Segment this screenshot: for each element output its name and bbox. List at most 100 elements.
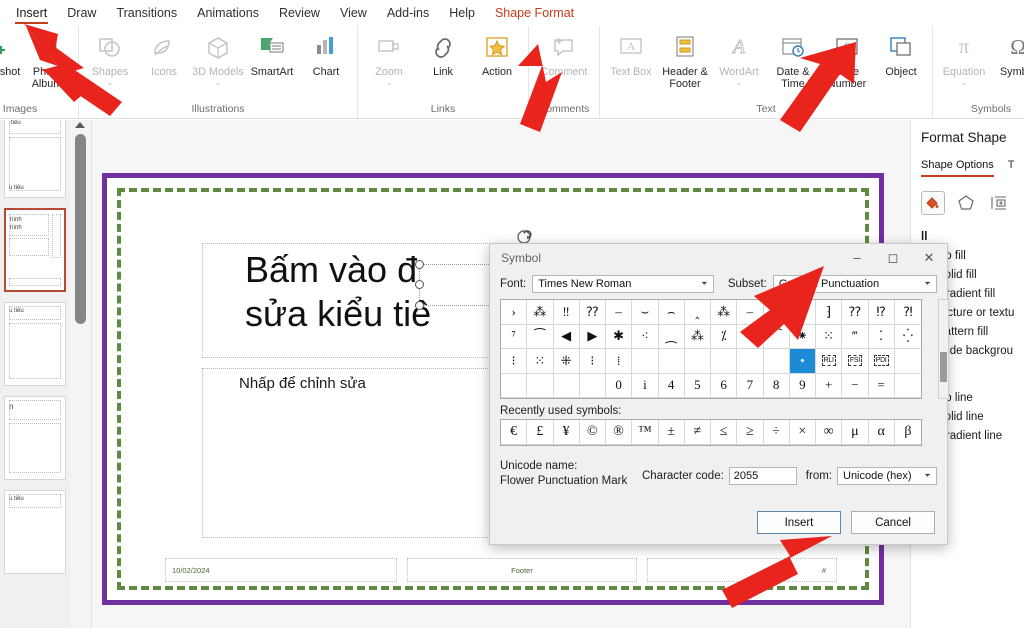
symbol-cell[interactable]: ⁇ xyxy=(842,300,869,325)
symbol-cell[interactable]: RLI xyxy=(816,349,843,374)
symbol-cell[interactable]: ◀ xyxy=(553,324,580,349)
scroll-up-arrow-icon[interactable] xyxy=(75,122,85,128)
symbol-dialog[interactable]: Symbol – ◻ ✕ Font: Times New Roman ⏷ Sub… xyxy=(489,243,949,545)
symbol-cell[interactable]: – xyxy=(737,300,764,325)
symbol-cell[interactable]: ▶ xyxy=(579,324,606,349)
recent-symbol-cell[interactable]: ≤ xyxy=(711,420,738,445)
symbol-cell[interactable]: ⁆ xyxy=(816,300,843,325)
resize-handle-middle-left[interactable] xyxy=(415,280,424,289)
recent-symbol-cell[interactable]: β xyxy=(894,420,921,445)
symbol-cell[interactable]: ⁚ xyxy=(868,324,895,349)
ribbon-button-slide-number[interactable]: # Slide Number xyxy=(820,29,874,90)
symbol-cell[interactable]: 5 xyxy=(684,373,711,398)
symbol-cell[interactable]: i xyxy=(632,373,659,398)
subset-combo[interactable]: General Punctuation ⏷ xyxy=(772,275,937,293)
symbol-cell[interactable]: − xyxy=(842,373,869,398)
tab-help[interactable]: Help xyxy=(439,2,485,25)
thumbnail-slide-1[interactable]: tiêu u tiêu xyxy=(4,120,66,198)
recent-symbol-cell[interactable]: α xyxy=(868,420,895,445)
ribbon-button-chart[interactable]: Chart xyxy=(299,29,353,78)
recent-symbol-cell[interactable]: μ xyxy=(842,420,869,445)
ribbon-button-wordart[interactable]: A WordArt ⌄ xyxy=(712,29,766,87)
ribbon-button-photo-album[interactable]: Photo Album xyxy=(20,29,74,90)
thumbnail-slide-2[interactable]: hình hình xyxy=(4,208,66,292)
symbol-cell[interactable]: ⁙ xyxy=(527,349,554,374)
symbol-cell[interactable]: ⁞ xyxy=(606,349,633,374)
recent-symbol-cell[interactable]: © xyxy=(579,420,606,445)
minimize-icon[interactable]: – xyxy=(839,245,875,271)
size-properties-icon[interactable] xyxy=(987,191,1011,215)
recent-symbol-cell[interactable]: ¥ xyxy=(553,420,580,445)
footer-placeholder[interactable]: Footer xyxy=(407,558,637,582)
thumbnail-slide-4[interactable]: n xyxy=(4,396,66,480)
symbol-cell[interactable]: 0 xyxy=(606,373,633,398)
symbol-cell[interactable]: › xyxy=(501,300,528,325)
symbol-cell[interactable]: 9 xyxy=(789,373,816,398)
recent-symbol-cell[interactable]: ® xyxy=(606,420,633,445)
ribbon-button-screenshot[interactable]: Screenshot ⌄ xyxy=(0,29,20,87)
symbol-cell[interactable] xyxy=(711,349,738,374)
ribbon-button-symbol[interactable]: Ω Symbol xyxy=(991,29,1024,78)
symbol-cell[interactable]: ⁄ xyxy=(763,300,790,325)
ribbon-button-action[interactable]: Action xyxy=(470,29,524,78)
maximize-icon[interactable]: ◻ xyxy=(875,245,911,271)
tab-insert[interactable]: Insert xyxy=(6,2,57,25)
symbol-cell[interactable]: PDI xyxy=(868,349,895,374)
date-placeholder[interactable]: 10/02/2024 xyxy=(165,558,397,582)
symbol-cell[interactable]: ⁜ xyxy=(553,349,580,374)
symbol-cell[interactable]: ⁀ xyxy=(763,324,790,349)
ribbon-button-smartart[interactable]: SmartArt xyxy=(245,29,299,78)
ribbon-button-object[interactable]: Object xyxy=(874,29,928,78)
slide-thumbnail-pane[interactable]: tiêu u tiêu hình hình u tiêu n u tiêu xyxy=(0,120,70,628)
font-combo[interactable]: Times New Roman ⏷ xyxy=(532,275,714,293)
recent-symbol-cell[interactable]: ≥ xyxy=(737,420,764,445)
ribbon-button-text-box[interactable]: A Text Box xyxy=(604,29,658,78)
resize-handle-bottom-left[interactable] xyxy=(415,301,424,310)
effects-pentagon-icon[interactable] xyxy=(954,191,978,215)
scrollbar-thumb[interactable] xyxy=(75,134,86,324)
fill-line-icon[interactable] xyxy=(921,191,945,215)
symbol-cell[interactable]: ⁷ xyxy=(501,324,528,349)
symbol-cell[interactable]: ‼ xyxy=(553,300,580,325)
ribbon-button-shapes[interactable]: Shapes ⌄ xyxy=(83,29,137,87)
symbol-cell[interactable]: ⁝ xyxy=(579,349,606,374)
symbol-cell[interactable]: ‸ xyxy=(684,300,711,325)
symbol-cell[interactable]: ∼ xyxy=(737,324,764,349)
symbol-cell[interactable]: ⁒ xyxy=(711,324,738,349)
symbol-cell[interactable]: ⁇ xyxy=(579,300,606,325)
ribbon-button-link[interactable]: Link xyxy=(416,29,470,78)
tab-transitions[interactable]: Transitions xyxy=(106,2,187,25)
symbol-cell[interactable]: ⁙ xyxy=(816,324,843,349)
symbol-cell[interactable]: 8 xyxy=(763,373,790,398)
symbol-cell[interactable] xyxy=(763,349,790,374)
symbol-grid-scrollbar[interactable] xyxy=(938,299,949,399)
recently-used-symbols[interactable]: € £ ¥ © ® ™ ± ≠ ≤ ≥ ÷ × ∞ μ α β xyxy=(500,419,922,446)
symbol-cell[interactable]: ⁀ xyxy=(527,324,554,349)
symbol-cell[interactable] xyxy=(737,349,764,374)
recent-symbol-cell[interactable]: ∞ xyxy=(816,420,843,445)
chevron-down-icon[interactable]: ⏷ xyxy=(919,468,936,484)
symbol-cell[interactable]: + xyxy=(816,373,843,398)
symbol-cell[interactable]: ⁂ xyxy=(711,300,738,325)
tab-draw[interactable]: Draw xyxy=(57,2,106,25)
symbol-cell[interactable]: 7 xyxy=(737,373,764,398)
symbol-cell[interactable]: ‒ xyxy=(606,300,633,325)
chevron-down-icon[interactable]: ⏷ xyxy=(919,276,936,292)
symbol-cell[interactable]: FSI xyxy=(842,349,869,374)
symbol-cell[interactable]: ✱ xyxy=(606,324,633,349)
symbol-cell[interactable]: ⁝ xyxy=(501,349,528,374)
symbol-cell[interactable] xyxy=(684,349,711,374)
ribbon-button-comment[interactable]: Comment xyxy=(533,29,595,78)
cancel-button[interactable]: Cancel xyxy=(851,511,935,534)
chevron-down-icon[interactable]: ⌄ xyxy=(961,79,968,87)
scrollbar-thumb[interactable] xyxy=(940,352,947,382)
recent-symbol-cell[interactable]: ÷ xyxy=(763,420,790,445)
chevron-down-icon[interactable]: ⏷ xyxy=(696,276,713,292)
resize-handle-top-left[interactable] xyxy=(415,260,424,269)
symbol-cell[interactable]: = xyxy=(868,373,895,398)
tab-add-ins[interactable]: Add-ins xyxy=(377,2,439,25)
symbol-cell[interactable] xyxy=(894,349,921,374)
recent-symbol-cell[interactable]: × xyxy=(789,420,816,445)
thumbnail-slide-5[interactable]: u tiêu xyxy=(4,490,66,574)
symbol-cell[interactable] xyxy=(579,373,606,398)
